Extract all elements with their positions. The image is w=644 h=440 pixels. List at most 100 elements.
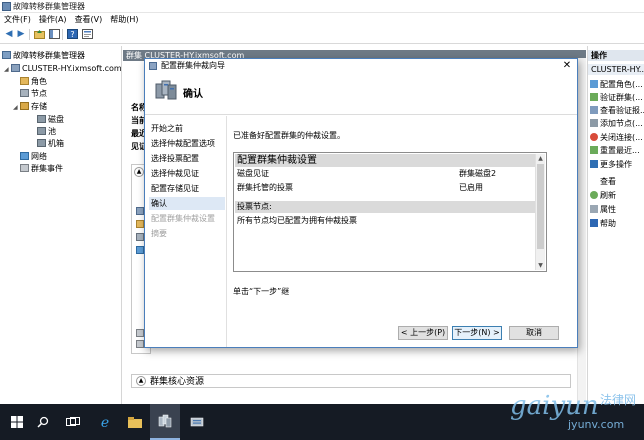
tree-item-label: 群集事件 [31,164,63,173]
wizard-steps: 开始之前 选择仲裁配置选项 选择投票配置 选择仲裁见证 配置存储见证 确认 配置… [145,116,227,347]
window-title: 故障转移群集管理器 [13,2,85,11]
scroll-up-icon[interactable]: ▲ [536,154,545,163]
action-label: 属性 [600,205,616,214]
enclosures-icon [37,139,46,147]
summary-row-label: 磁盘见证 [237,169,269,178]
action-label: 查看验证报... [600,106,644,115]
confirmation-summary-box: 配置群集仲裁设置 磁盘见证 群集磁盘2 群集托管的投票 已启用 投票节点: 所有… [233,152,547,272]
navigation-tree: 故障转移群集管理器 ◢ CLUSTER-HY.ixmsoft.com 角色 节点 … [0,46,122,404]
action-properties[interactable]: 属性 [590,204,644,215]
action-close-connection[interactable]: 关闭连接(... [590,132,644,143]
file-explorer-icon[interactable] [120,404,150,440]
up-folder-icon[interactable] [33,29,45,40]
action-add-node[interactable]: 添加节点(... [590,118,644,129]
help-icon[interactable]: ? [66,29,78,40]
confirmation-intro: 已准备好配置群集的仲裁设置。 [233,131,345,140]
step-configure-storage-witness[interactable]: 配置存储见证 [149,182,225,195]
tree-item-cluster[interactable]: ◢ CLUSTER-HY.ixmsoft.com [4,63,122,74]
tree-item-cluster-manager[interactable]: 故障转移群集管理器 [2,50,85,61]
arrow-icon [136,246,144,254]
section-title: 群集核心资源 [150,377,205,387]
actions-pane: 操作 CLUSTER-HY... 配置角色(... 验证群集(... 查看验证报… [587,46,644,404]
summary-scrollbar[interactable]: ▲ ▼ [535,154,545,270]
configure-quorum-wizard: 配置群集仲裁向导 ✕ 确认 开始之前 选择仲裁配置选项 选择投票配置 选择仲裁见… [144,58,578,348]
close-connection-icon [590,133,598,141]
server-manager-icon[interactable] [182,404,212,440]
action-configure-role[interactable]: 配置角色(... [590,79,644,90]
core-resources-section: ▲ 群集核心资源 [131,374,571,388]
action-label: 关闭连接(... [600,133,643,142]
action-view-validation-report[interactable]: 查看验证报... [590,105,644,116]
voting-nodes-text: 所有节点均已配置为拥有仲裁投票 [237,216,357,225]
internet-explorer-icon[interactable]: e [90,404,120,440]
step-select-voting[interactable]: 选择投票配置 [149,152,225,165]
next-button[interactable]: 下一步(N) > [452,326,502,340]
step-before-you-begin[interactable]: 开始之前 [149,122,225,135]
summary-row-label: 群集托管的投票 [237,183,293,192]
action-label: 查看 [600,177,616,186]
networks-icon [20,152,29,160]
tree-item-networks[interactable]: 网络 [20,151,47,162]
action-validate-cluster[interactable]: 验证群集(... [590,92,644,103]
task-view-icon[interactable] [58,404,88,440]
tree-item-enclosures[interactable]: 机箱 [37,138,64,149]
action-more-actions[interactable]: 更多操作 [590,159,644,170]
menu-view[interactable]: 查看(V) [75,13,103,26]
close-icon[interactable]: ✕ [561,59,573,73]
node-icon [136,233,144,241]
action-view[interactable]: 查看 [590,176,644,187]
properties-icon[interactable] [81,29,93,40]
action-help[interactable]: 帮助 [590,218,644,229]
menu-file[interactable]: 文件(F) [4,13,31,26]
action-label: 帮助 [600,219,616,228]
failover-cluster-manager-taskbar-icon[interactable] [150,404,180,440]
actions-subtitle[interactable]: CLUSTER-HY... [588,64,644,75]
menu-bar: 文件(F) 操作(A) 查看(V) 帮助(H) [0,13,644,26]
report-icon [590,106,598,114]
help-icon [590,219,598,227]
action-refresh[interactable]: 刷新 [590,190,644,201]
tree-item-storage[interactable]: ◢ 存储 [13,101,47,112]
role-icon [136,220,144,228]
action-label: 配置角色(... [600,80,643,89]
back-arrow-icon[interactable]: ◀ [3,29,15,40]
wizard-header: 确认 [145,73,577,115]
tree-item-label: 网络 [31,152,47,161]
middle-scrollbar[interactable] [577,58,586,404]
document-icon [136,329,144,337]
tree-item-nodes[interactable]: 节点 [20,88,47,99]
cluster-quorum-icon [155,80,177,100]
step-configure-quorum-settings: 配置群集仲裁设置 [151,214,215,223]
step-confirmation[interactable]: 确认 [149,197,225,210]
search-icon[interactable] [28,404,58,440]
step-summary: 摘要 [151,229,167,238]
more-actions-icon [590,160,598,168]
collapse-icon[interactable]: ▲ [134,167,144,177]
cancel-button[interactable]: 取消 [509,326,559,340]
tree-item-pools[interactable]: 池 [37,126,56,137]
chevron-down-icon[interactable]: ◢ [4,64,11,75]
chevron-down-icon[interactable]: ◢ [13,102,20,113]
nodes-icon [20,89,29,97]
step-select-quorum-option[interactable]: 选择仲裁配置选项 [149,137,225,150]
collapse-icon[interactable]: ▲ [136,376,146,386]
tree-item-roles[interactable]: 角色 [20,76,47,87]
cluster-events-icon [20,164,29,172]
action-reset-recent-events[interactable]: 重置最近... [590,145,644,156]
tree-item-cluster-events[interactable]: 群集事件 [20,163,63,174]
step-select-witness[interactable]: 选择仲裁见证 [149,167,225,180]
disks-icon [37,115,46,123]
tree-item-label: 角色 [31,77,47,86]
menu-help[interactable]: 帮助(H) [110,13,138,26]
show-hide-tree-icon[interactable] [48,29,60,40]
scroll-down-icon[interactable]: ▼ [536,261,545,270]
svg-text:?: ? [70,30,74,39]
forward-arrow-icon[interactable]: ▶ [15,29,27,40]
previous-button[interactable]: < 上一步(P) [398,326,448,340]
tree-item-label: 存储 [31,102,47,111]
menu-action[interactable]: 操作(A) [39,13,67,26]
scroll-thumb[interactable] [537,164,544,249]
configure-role-icon [590,80,598,88]
window-title-bar: 故障转移群集管理器 [0,0,644,13]
tree-item-disks[interactable]: 磁盘 [37,114,64,125]
